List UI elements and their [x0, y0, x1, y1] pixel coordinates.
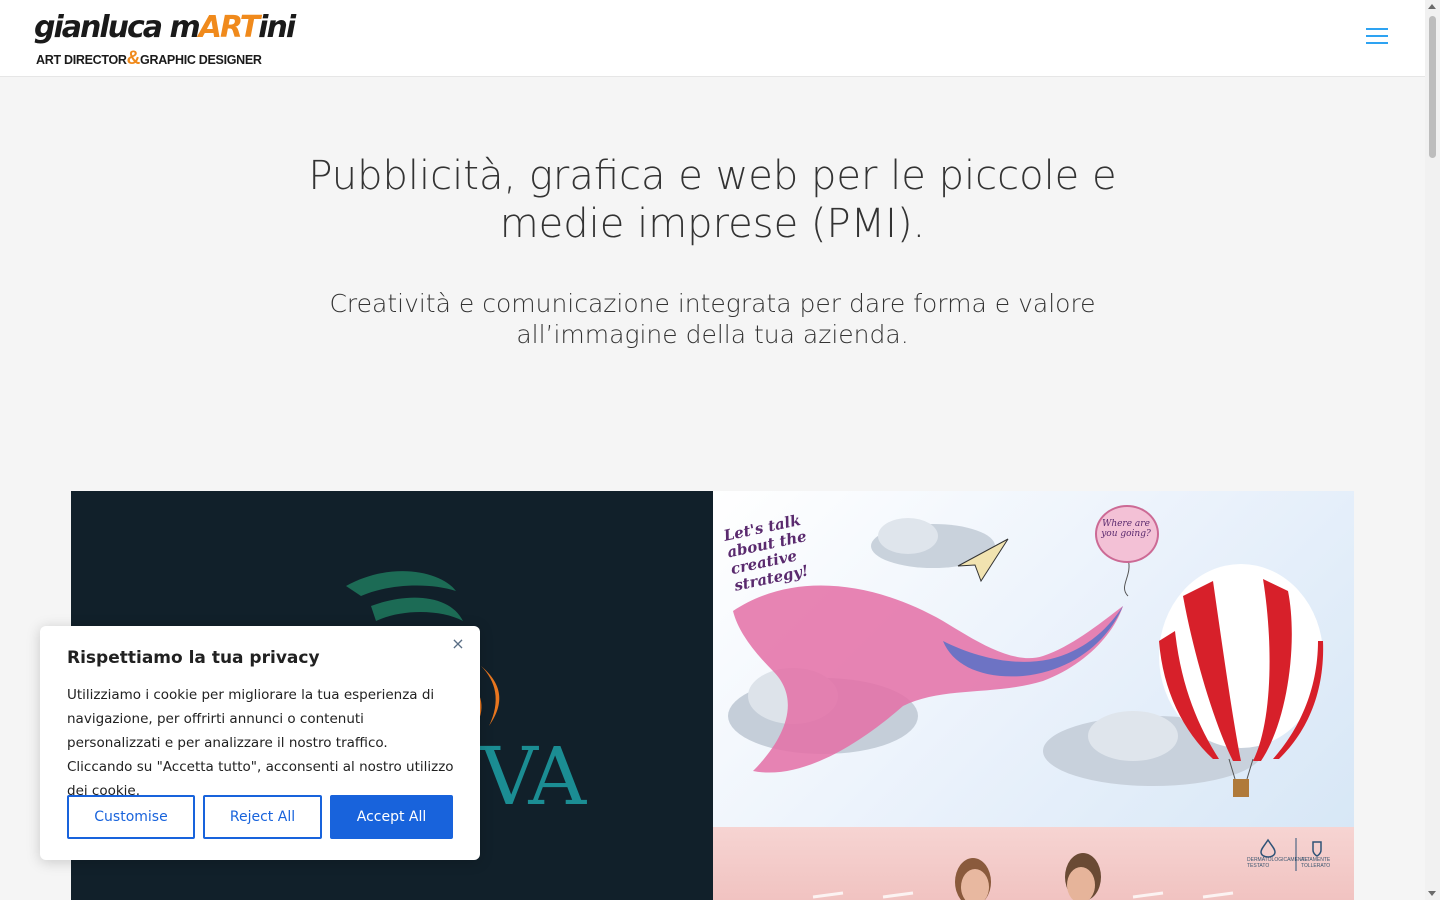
scroll-up-arrow-icon[interactable] — [1428, 4, 1436, 9]
logo-tagline-part2: GRAPHIC DESIGNER — [140, 53, 262, 67]
menu-bar — [1366, 42, 1388, 44]
scrollbar-thumb[interactable] — [1429, 16, 1436, 158]
portfolio-tile-creative-strategy[interactable]: Let's talk about the creative strategy! … — [713, 491, 1354, 827]
menu-bar — [1366, 28, 1388, 30]
certification-badges: DERMATOLOGICAMENTE TESTATO ALTAMENTE TOL… — [1245, 838, 1330, 873]
logo-name: gianluca mARTini — [34, 8, 296, 48]
logo-name-part2: ini — [258, 10, 296, 45]
reject-all-button[interactable]: Reject All — [203, 795, 322, 839]
site-logo[interactable]: gianluca mARTini ART DIRECTOR&GRAPHIC DE… — [34, 8, 296, 69]
hero-title: Pubblicità, grafica e web per le piccole… — [308, 153, 1117, 247]
hamburger-menu-icon[interactable] — [1366, 28, 1388, 46]
page-scrollbar[interactable] — [1425, 0, 1440, 900]
site-header: gianluca mARTini ART DIRECTOR&GRAPHIC DE… — [0, 0, 1425, 77]
badge-dermatologically-tested: DERMATOLOGICAMENTE TESTATO — [1247, 857, 1308, 869]
speech-bubble-text: Where are you going? — [1101, 519, 1151, 539]
close-icon[interactable]: × — [449, 635, 467, 653]
cookie-banner-title: Rispettiamo la tua privacy — [67, 648, 320, 668]
cookie-banner-text: Utilizziamo i cookie per migliorare la t… — [67, 687, 454, 799]
badge-highly-tolerated: ALTAMENTE TOLLERATO — [1301, 857, 1331, 869]
hero-subtitle: Creatività e comunicazione integrata per… — [329, 289, 1096, 349]
logo-tagline-amp: & — [126, 48, 141, 69]
logo-tagline: ART DIRECTOR&GRAPHIC DESIGNER — [36, 48, 262, 70]
logo-name-accent: ART — [198, 10, 260, 45]
logo-tagline-part1: ART DIRECTOR — [36, 53, 127, 67]
accept-all-button[interactable]: Accept All — [330, 795, 453, 839]
menu-bar — [1366, 35, 1388, 37]
customise-button[interactable]: Customise — [67, 795, 195, 839]
scroll-down-arrow-icon[interactable] — [1428, 891, 1436, 896]
brand-text: VA — [480, 730, 586, 823]
logo-name-part1: gianluca m — [34, 10, 201, 45]
portfolio-tile-cosmetics[interactable]: DERMATOLOGICAMENTE TESTATO ALTAMENTE TOL… — [713, 827, 1354, 900]
